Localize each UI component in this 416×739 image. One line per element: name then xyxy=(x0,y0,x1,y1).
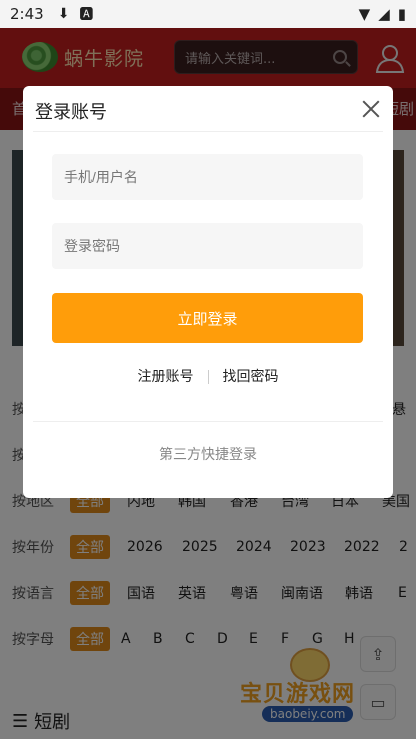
account-links: 注册账号 找回密码 xyxy=(23,366,393,386)
download-icon: ⬇ xyxy=(57,6,70,22)
login-button[interactable]: 立即登录 xyxy=(52,293,363,343)
wifi-icon: ▼ xyxy=(358,5,371,23)
signal-icon: ◢ xyxy=(378,5,390,23)
close-icon[interactable] xyxy=(362,100,380,118)
status-bar: 2:43 ⬇ 🅰 ▼ ◢ ▮ xyxy=(0,0,416,28)
login-button-label: 立即登录 xyxy=(177,309,238,328)
modal-title: 登录账号 xyxy=(35,102,107,123)
status-time: 2:43 xyxy=(10,5,44,23)
third-party-login-label: 第三方快捷登录 xyxy=(159,447,257,463)
divider xyxy=(33,421,383,422)
battery-icon: ▮ xyxy=(397,5,406,23)
a-icon: 🅰 xyxy=(79,7,94,23)
login-modal: 登录账号 立即登录 注册账号 找回密码 第三方快捷登录 xyxy=(23,86,393,498)
register-link[interactable]: 注册账号 xyxy=(138,369,194,385)
divider xyxy=(33,131,383,132)
password-field[interactable] xyxy=(52,223,363,269)
link-separator xyxy=(207,370,209,384)
recover-password-link[interactable]: 找回密码 xyxy=(223,369,279,385)
username-field[interactable] xyxy=(52,154,363,200)
